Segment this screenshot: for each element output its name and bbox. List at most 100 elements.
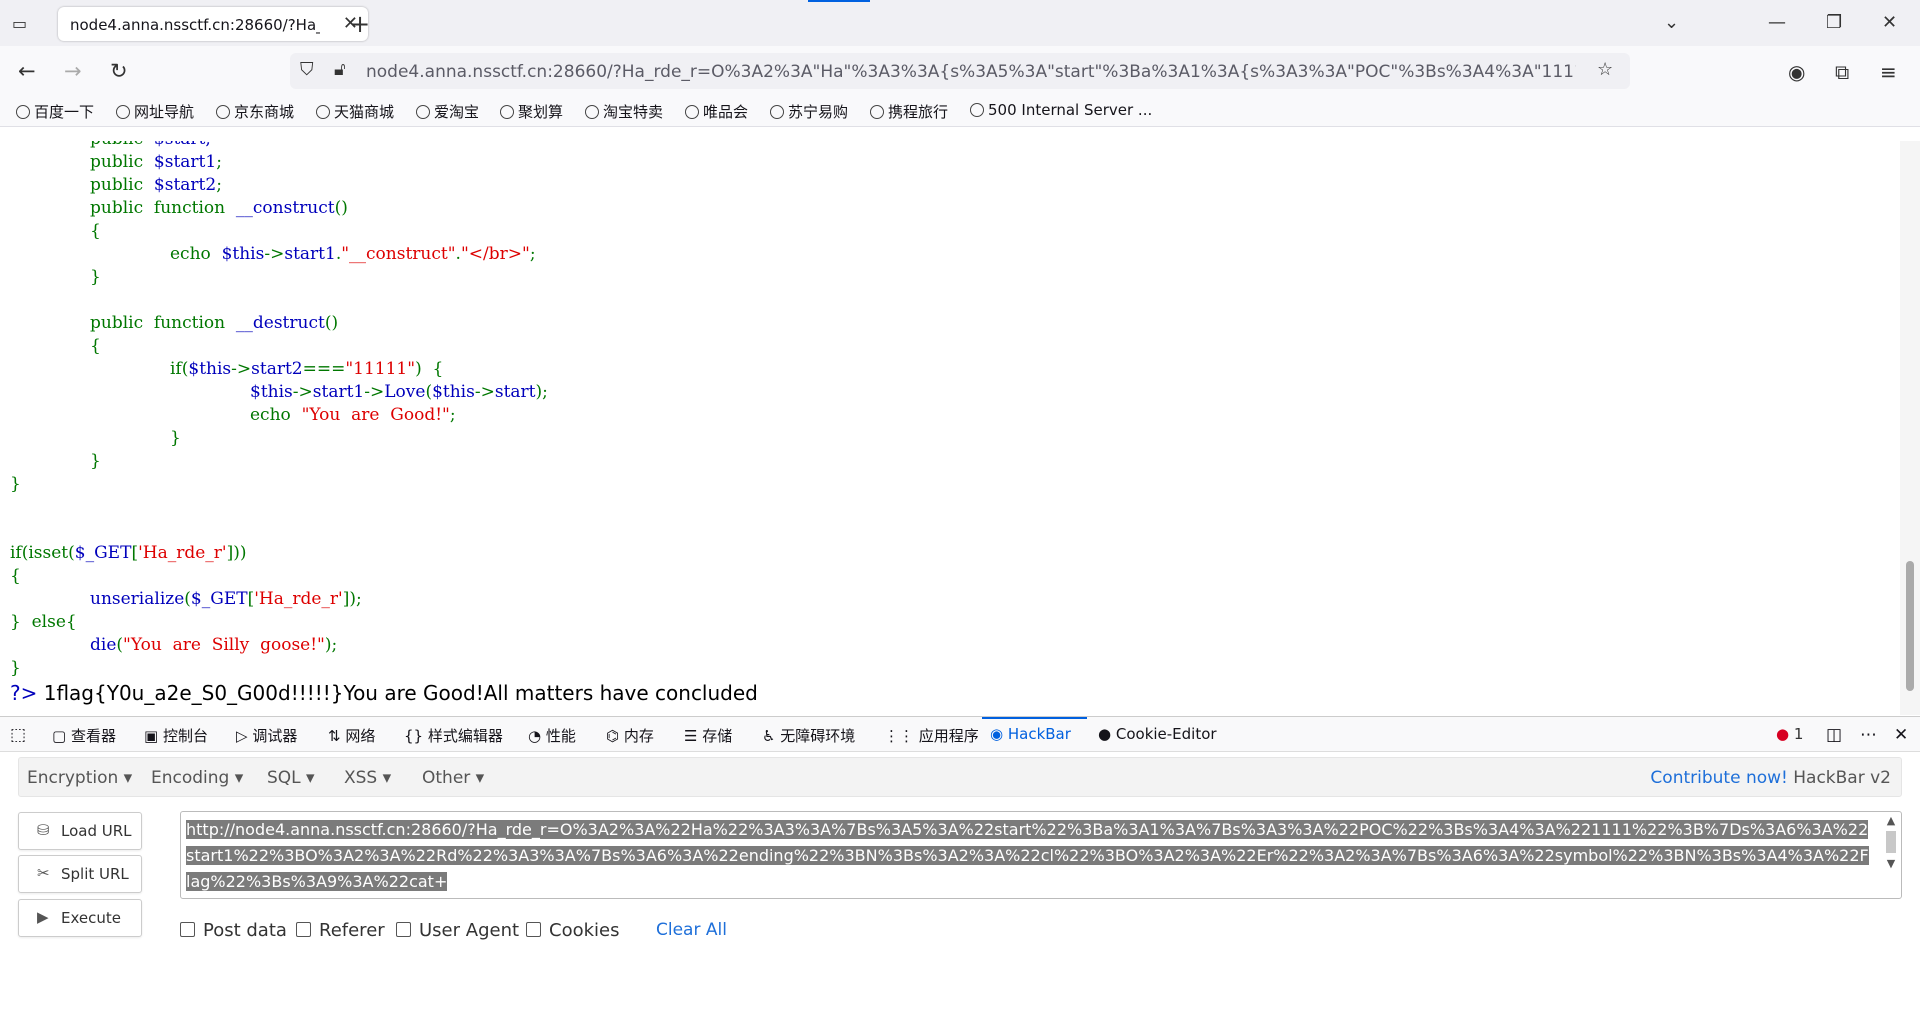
execute-button[interactable]: ▶ Execute (18, 899, 142, 937)
globe-icon (770, 105, 784, 119)
devtools-tab-console[interactable]: ▣ 控制台 (144, 725, 208, 746)
code-line: unserialize($_GET['Ha_rde_r']); (10, 588, 548, 611)
menu-encryption[interactable]: Encryption ▾ (27, 768, 132, 788)
code-token: ])) (226, 543, 247, 563)
devtools-tab-cookie-editor[interactable]: ● Cookie-Editor (1098, 725, 1217, 743)
url-text[interactable]: node4.anna.nssctf.cn:28660/?Ha_rde_r=O%3… (366, 62, 1576, 82)
code-token: } (90, 267, 101, 287)
globe-icon (416, 105, 430, 119)
shield-icon[interactable]: ⛉ (300, 59, 314, 80)
code-token: if( (170, 359, 189, 379)
devtools-tab-style-editor[interactable]: {} 样式编辑器 (404, 725, 503, 746)
bookmark-item[interactable]: 网址导航 (116, 101, 194, 122)
chevron-down-icon[interactable]: ⌄ (1664, 12, 1679, 33)
devtools-tab-debugger[interactable]: ▷ 调试器 (236, 725, 297, 746)
error-count: 1 (1793, 725, 1804, 743)
window-close-icon[interactable]: ✕ (1882, 12, 1897, 33)
pick-element-icon[interactable]: ⬚ (10, 725, 26, 745)
scroll-up-icon[interactable]: ▲ (1883, 814, 1899, 827)
code-token: public (90, 141, 154, 149)
code-token: public (90, 175, 154, 195)
menu-xss[interactable]: XSS ▾ (344, 768, 391, 788)
bookmark-item[interactable]: 唯品会 (685, 101, 748, 122)
globe-icon (970, 103, 984, 117)
code-line: } (10, 450, 548, 473)
page-scrollbar[interactable] (1900, 141, 1920, 715)
lock-icon[interactable]: 🔓︎ (334, 59, 346, 80)
flag-output-text: 1flag{Y0u_a2e_S0_G00d!!!!!}You are Good!… (37, 681, 758, 705)
bookmark-item[interactable]: 爱淘宝 (416, 101, 479, 122)
code-token: -> (231, 359, 252, 379)
code-token: () (324, 313, 339, 333)
checkbox-box[interactable] (296, 922, 311, 937)
page-output: ?> 1flag{Y0u_a2e_S0_G00d!!!!!}You are Go… (10, 681, 758, 705)
clear-all-link[interactable]: Clear All (656, 920, 727, 940)
checkbox-box[interactable] (526, 922, 541, 937)
code-token: { (90, 336, 101, 356)
contribute-link[interactable]: Contribute now! (1650, 768, 1787, 788)
code-line: public function __construct() (10, 197, 548, 220)
bookmark-star-icon[interactable]: ☆ (1597, 59, 1613, 80)
bookmark-item[interactable]: 苏宁易购 (770, 101, 848, 122)
menu-other[interactable]: Other ▾ (422, 768, 484, 788)
checkbox-box[interactable] (180, 922, 195, 937)
textarea-scrollbar-thumb[interactable] (1886, 831, 1896, 853)
reload-icon[interactable]: ↻ (110, 59, 128, 83)
minimize-icon[interactable]: — (1768, 12, 1786, 33)
code-line: } (10, 427, 548, 450)
tab-strip: ▭ node4.anna.nssctf.cn:28660/?Ha_rde_r=O… (0, 0, 1920, 46)
bookmark-item[interactable]: 聚划算 (500, 101, 563, 122)
code-token: start1 (284, 244, 336, 264)
bookmark-item[interactable]: 携程旅行 (870, 101, 948, 122)
globe-icon (316, 105, 330, 119)
new-tab-button[interactable]: + (350, 10, 370, 38)
back-icon[interactable]: ← (18, 59, 36, 83)
account-icon[interactable]: ◉ (1788, 60, 1805, 84)
globe-icon (585, 105, 599, 119)
error-icon[interactable]: ● 1 (1776, 725, 1803, 743)
menu-encoding[interactable]: Encoding ▾ (151, 768, 243, 788)
devtools-tab-performance[interactable]: ◔ 性能 (528, 725, 576, 746)
post-data-checkbox[interactable]: Post data (180, 920, 287, 941)
code-token: 'Ha_rde_r' (254, 589, 343, 609)
browser-tab[interactable]: node4.anna.nssctf.cn:28660/?Ha_rde_r=O%3… (58, 7, 368, 41)
load-url-button[interactable]: ⛁ Load URL (18, 812, 142, 850)
address-bar[interactable]: ⛉ 🔓︎ node4.anna.nssctf.cn:28660/?Ha_rde_… (290, 53, 1630, 89)
textarea-scrollbar[interactable]: ▲ ▼ (1883, 814, 1899, 894)
navigation-bar: ← → ↻ ⛉ 🔓︎ node4.anna.nssctf.cn:28660/?H… (0, 46, 1920, 96)
user-agent-checkbox[interactable]: User Agent (396, 920, 519, 941)
split-url-button[interactable]: ✂ Split URL (18, 855, 142, 893)
menu-icon[interactable]: ≡ (1880, 60, 1897, 84)
forward-icon[interactable]: → (64, 59, 82, 83)
scrollbar-thumb[interactable] (1906, 561, 1914, 691)
extensions-icon[interactable]: ⧉ (1835, 60, 1849, 84)
devtools-tab-application[interactable]: ⋮⋮ 应用程序 (884, 725, 979, 746)
devtools-tab-network[interactable]: ⇅ 网络 (328, 725, 375, 746)
referer-checkbox[interactable]: Referer (296, 920, 385, 941)
dock-icon[interactable]: ◫ (1826, 725, 1842, 745)
menu-sql[interactable]: SQL ▾ (267, 768, 315, 788)
bookmark-item[interactable]: 天猫商城 (316, 101, 394, 122)
checkbox-box[interactable] (396, 922, 411, 937)
restore-icon[interactable]: ❐ (1826, 12, 1842, 33)
code-token: __construct (235, 198, 335, 218)
devtools-tab-storage[interactable]: ☰ 存储 (684, 725, 732, 746)
bookmark-item[interactable]: 百度一下 (16, 101, 94, 122)
devtools-tab-memory[interactable]: ⌬ 内存 (606, 725, 654, 746)
tab-list-icon[interactable]: ▭ (12, 14, 32, 33)
devtools-tab-hackbar[interactable]: ◉ HackBar (990, 725, 1071, 743)
devtools-tab-inspector[interactable]: ▢ 查看器 (52, 725, 116, 746)
cookies-checkbox[interactable]: Cookies (526, 920, 619, 941)
scroll-down-icon[interactable]: ▼ (1883, 857, 1899, 870)
devtools-tab-accessibility[interactable]: ♿︎ 无障碍环境 (762, 725, 855, 746)
more-options-icon[interactable]: ⋯ (1860, 725, 1877, 745)
bookmark-item[interactable]: 500 Internal Server ... (970, 101, 1152, 119)
code-token: "You are Silly goose!" (123, 635, 325, 655)
hackbar-url-textarea[interactable]: http://node4.anna.nssctf.cn:28660/?Ha_rd… (180, 811, 1902, 899)
bookmark-item[interactable]: 淘宝特卖 (585, 101, 663, 122)
bookmark-item[interactable]: 京东商城 (216, 101, 294, 122)
close-devtools-icon[interactable]: ✕ (1894, 725, 1908, 745)
